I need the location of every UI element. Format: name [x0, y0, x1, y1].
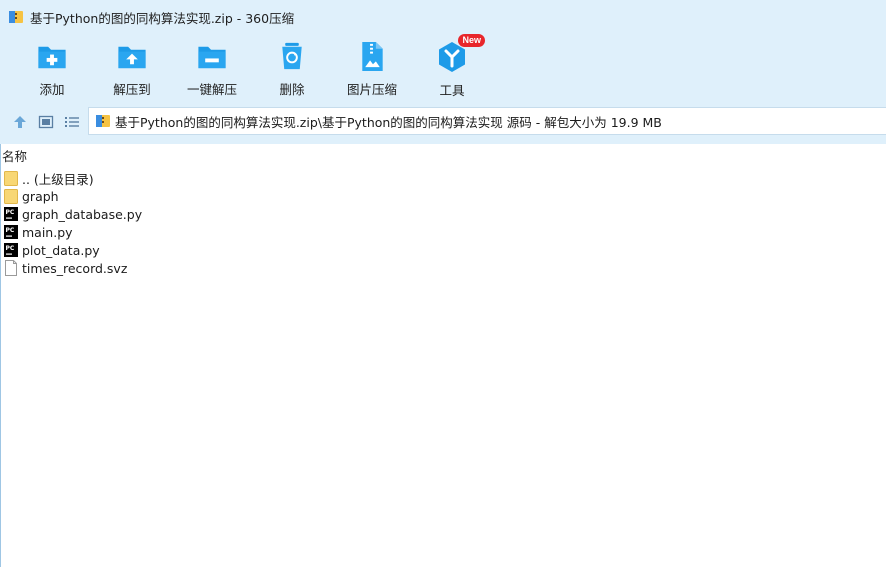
window-title: 基于Python的图的同构算法实现.zip - 360压缩	[30, 10, 295, 26]
add-folder-icon	[38, 46, 66, 69]
svg-text:PC: PC	[6, 227, 15, 234]
navigation-bar: 基于Python的图的同构算法实现.zip\基于Python的图的同构算法实现 …	[0, 100, 886, 144]
column-header-name[interactable]: 名称	[1, 146, 886, 164]
file-name: .. (上级目录)	[22, 171, 94, 187]
file-name: times_record.svz	[22, 260, 128, 276]
recycle-delete-icon	[282, 42, 302, 70]
list-item-graph-database-py[interactable]: PC graph_database.py	[4, 205, 142, 223]
one-click-extract-icon	[198, 46, 226, 69]
add-label: 添加	[39, 82, 65, 97]
image-compress-button[interactable]: 图片压缩	[336, 38, 408, 98]
one-click-extract-button[interactable]: 一键解压	[176, 38, 248, 98]
list-view-icon[interactable]	[64, 114, 80, 130]
thumbnail-view-icon[interactable]	[38, 114, 54, 130]
image-compress-icon	[362, 41, 383, 72]
360zip-app-icon	[9, 11, 23, 23]
pycharm-file-icon: PC	[4, 207, 18, 221]
one-click-extract-label: 一键解压	[186, 82, 237, 97]
tools-button[interactable]: New 工具	[416, 34, 488, 98]
extract-to-icon	[118, 46, 146, 69]
image-compress-label: 图片压缩	[346, 82, 397, 97]
new-badge: New	[458, 34, 485, 47]
file-name: graph	[22, 188, 59, 204]
folder-icon	[4, 171, 18, 186]
list-item-graph[interactable]: graph	[4, 187, 142, 205]
list-item-main-py[interactable]: PC main.py	[4, 223, 142, 241]
up-arrow-icon[interactable]	[12, 114, 28, 130]
extract-to-button[interactable]: 解压到	[96, 38, 168, 98]
delete-label: 删除	[279, 82, 305, 97]
pycharm-file-icon: PC	[4, 225, 18, 239]
address-bar[interactable]: 基于Python的图的同构算法实现.zip\基于Python的图的同构算法实现 …	[88, 107, 886, 135]
add-button[interactable]: 添加	[16, 38, 88, 98]
file-list: .. (上级目录) graph PC graph_database.py PC …	[4, 169, 142, 277]
file-name: graph_database.py	[22, 206, 143, 222]
file-name: plot_data.py	[22, 242, 100, 258]
title-bar: 基于Python的图的同构算法实现.zip - 360压缩	[0, 0, 886, 34]
folder-icon	[4, 189, 18, 204]
extract-to-label: 解压到	[113, 82, 151, 97]
list-item-parent-dir[interactable]: .. (上级目录)	[4, 169, 142, 187]
list-item-times-record-svz[interactable]: times_record.svz	[4, 259, 142, 277]
file-name: main.py	[22, 224, 73, 240]
list-item-plot-data-py[interactable]: PC plot_data.py	[4, 241, 142, 259]
file-list-pane: 名称 .. (上级目录) graph PC graph_database.py	[0, 144, 886, 567]
toolbar: 添加 解压到 一键解压 删除 图片压缩 New 工具	[0, 34, 886, 100]
tools-label: 工具	[439, 83, 465, 98]
svg-text:PC: PC	[6, 209, 15, 216]
address-path: 基于Python的图的同构算法实现.zip\基于Python的图的同构算法实现 …	[115, 114, 662, 130]
tools-icon-wrap: New	[435, 34, 485, 74]
pycharm-file-icon: PC	[4, 243, 18, 257]
archive-icon	[96, 115, 110, 127]
svg-text:PC: PC	[6, 245, 15, 252]
generic-file-icon	[5, 260, 17, 276]
delete-button[interactable]: 删除	[256, 38, 328, 98]
